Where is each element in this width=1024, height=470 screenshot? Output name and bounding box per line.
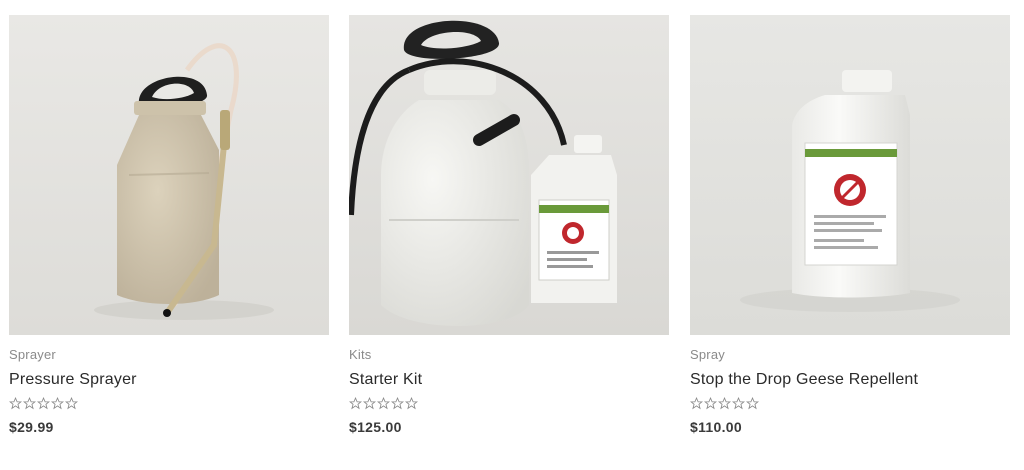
star-outline-icon xyxy=(349,397,362,410)
star-outline-icon xyxy=(37,397,50,410)
product-price: $29.99 xyxy=(9,419,54,435)
product-price: $125.00 xyxy=(349,419,402,435)
product-category: Spray xyxy=(690,347,725,362)
star-rating xyxy=(690,397,1010,413)
star-outline-icon xyxy=(377,397,390,410)
star-outline-icon xyxy=(718,397,731,410)
product-card[interactable]: Sprayer Pressure Sprayer $29.99 xyxy=(9,15,329,435)
product-card[interactable]: Spray Stop the Drop Geese Repellent $110… xyxy=(690,15,1010,435)
star-outline-icon xyxy=(65,397,78,410)
pressure-sprayer-image[interactable] xyxy=(9,15,329,335)
product-card[interactable]: Kits Starter Kit $125.00 xyxy=(349,15,669,435)
product-category: Kits xyxy=(349,347,372,362)
star-outline-icon xyxy=(704,397,717,410)
star-outline-icon xyxy=(405,397,418,410)
star-outline-icon xyxy=(9,397,22,410)
star-outline-icon xyxy=(732,397,745,410)
repellent-bottle-image[interactable] xyxy=(690,15,1010,335)
star-outline-icon xyxy=(391,397,404,410)
product-price: $110.00 xyxy=(690,419,742,435)
product-title[interactable]: Stop the Drop Geese Repellent xyxy=(690,371,1010,391)
star-outline-icon xyxy=(690,397,703,410)
product-title[interactable]: Pressure Sprayer xyxy=(9,371,329,391)
product-title[interactable]: Starter Kit xyxy=(349,371,669,391)
product-category: Sprayer xyxy=(9,347,56,362)
product-grid: Sprayer Pressure Sprayer $29.99 Kits Sta… xyxy=(0,0,1024,470)
star-outline-icon xyxy=(363,397,376,410)
star-outline-icon xyxy=(23,397,36,410)
star-rating xyxy=(349,397,669,413)
starter-kit-image[interactable] xyxy=(349,15,669,335)
star-outline-icon xyxy=(746,397,759,410)
star-rating xyxy=(9,397,329,413)
star-outline-icon xyxy=(51,397,64,410)
